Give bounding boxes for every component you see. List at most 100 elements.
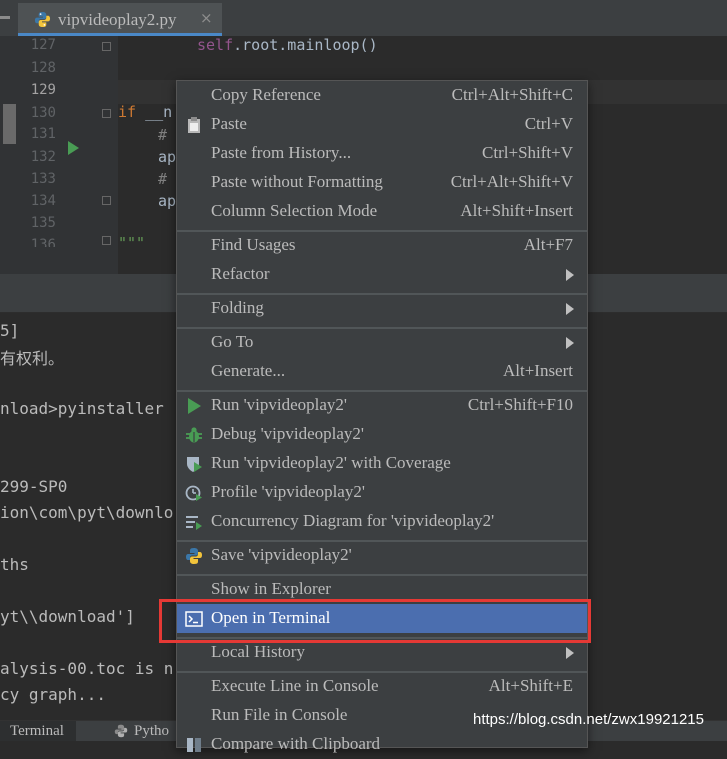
terminal-line: nload>pyinstaller xyxy=(0,399,164,418)
menu-item-paste[interactable]: Paste Ctrl+V xyxy=(177,110,587,139)
menu-item-shortcut: Alt+Shift+E xyxy=(488,676,573,695)
submenu-arrow-icon xyxy=(566,303,574,315)
menu-item-label: Profile 'vipvideoplay2' xyxy=(211,482,365,501)
menu-item-label: Run 'vipvideoplay2' with Coverage xyxy=(211,453,451,472)
terminal-line: 299-SP0 xyxy=(0,477,68,496)
code-line-136: """ xyxy=(118,234,146,244)
menu-item-shortcut: Ctrl+Alt+Shift+C xyxy=(451,85,573,104)
terminal-line: 有权利。 xyxy=(0,349,65,368)
menu-item-shortcut: Ctrl+Shift+V xyxy=(482,143,573,162)
menu-item-shortcut: Alt+F7 xyxy=(523,235,573,254)
menu-item-label: Run 'vipvideoplay2' xyxy=(211,395,347,414)
line-number: 136 xyxy=(30,237,56,247)
menu-item-shortcut: Ctrl+Alt+Shift+V xyxy=(450,172,573,191)
tab-close-icon[interactable]: × xyxy=(200,9,213,27)
editor-tab-vipvideoplay2[interactable]: vipvideoplay2.py × xyxy=(18,3,222,36)
code-line-130: if __n xyxy=(118,103,172,121)
line-number: 135 xyxy=(30,215,56,231)
coverage-icon xyxy=(187,457,202,472)
menu-item-paste-from-history[interactable]: Paste from History... Ctrl+Shift+V xyxy=(177,139,587,168)
submenu-arrow-icon xyxy=(566,337,574,349)
code-text: __n xyxy=(136,103,173,121)
menu-item-label: Go To xyxy=(211,332,254,351)
code-line-127: self.root.mainloop() xyxy=(197,36,378,54)
fold-marker-icon[interactable] xyxy=(102,42,111,51)
line-number: 128 xyxy=(30,60,56,76)
fold-marker-icon[interactable] xyxy=(102,236,111,245)
profile-icon xyxy=(185,485,202,501)
code-line-133: # xyxy=(158,170,168,188)
clipboard-icon xyxy=(188,117,200,133)
menu-item-debug[interactable]: Debug 'vipvideoplay2' xyxy=(177,420,587,449)
editor-gutter: 127 128 129 130 131 132 133 134 135 136 xyxy=(0,36,118,274)
terminal-line: cy graph... xyxy=(0,685,106,704)
code-text: .root.mainloop() xyxy=(233,36,378,54)
menu-item-refactor[interactable]: Refactor xyxy=(177,260,587,289)
menu-item-label: Copy Reference xyxy=(211,85,321,104)
menu-item-profile[interactable]: Profile 'vipvideoplay2' xyxy=(177,478,587,507)
terminal-line: ths xyxy=(0,555,29,574)
tool-tab-terminal[interactable]: Terminal xyxy=(0,721,76,741)
menu-item-copy-reference[interactable]: Copy Reference Ctrl+Alt+Shift+C xyxy=(177,81,587,110)
menu-item-label: Show in Explorer xyxy=(211,579,331,598)
menu-item-label: Paste without Formatting xyxy=(211,172,383,191)
line-number: 133 xyxy=(30,171,56,187)
menu-item-label: Paste xyxy=(211,114,247,133)
terminal-line: 5] xyxy=(0,321,20,340)
menu-item-label: Save 'vipvideoplay2' xyxy=(211,545,352,564)
menu-item-label: Execute Line in Console xyxy=(211,676,379,695)
menu-item-run-with-coverage[interactable]: Run 'vipvideoplay2' with Coverage xyxy=(177,449,587,478)
menu-item-find-usages[interactable]: Find Usages Alt+F7 xyxy=(177,231,587,260)
annotation-highlight-box xyxy=(159,599,591,643)
fold-marker-icon[interactable] xyxy=(102,196,111,205)
submenu-arrow-icon xyxy=(566,269,574,281)
submenu-arrow-icon xyxy=(566,647,574,659)
menu-item-folding[interactable]: Folding xyxy=(177,294,587,323)
menu-item-save[interactable]: Save 'vipvideoplay2' xyxy=(177,541,587,570)
menu-item-label: Folding xyxy=(211,298,264,317)
gutter-change-marker xyxy=(3,104,16,144)
menu-item-label: Compare with Clipboard xyxy=(211,734,381,753)
menu-item-paste-without-formatting[interactable]: Paste without Formatting Ctrl+Alt+Shift+… xyxy=(177,168,587,197)
menu-item-label: Local History xyxy=(211,642,305,661)
python-icon xyxy=(186,548,202,564)
code-line-131: # xyxy=(158,126,168,144)
python-file-icon xyxy=(34,11,51,28)
editor-context-menu: Copy Reference Ctrl+Alt+Shift+C Paste Ct… xyxy=(176,80,588,753)
menu-item-label: Find Usages xyxy=(211,235,296,254)
python-console-icon xyxy=(114,724,128,738)
compare-icon xyxy=(187,738,201,752)
run-gutter-icon[interactable] xyxy=(68,141,79,155)
menu-item-go-to[interactable]: Go To xyxy=(177,328,587,357)
concurrency-icon xyxy=(186,516,202,530)
line-number: 134 xyxy=(30,193,56,209)
tool-tab-python-console[interactable]: Pytho xyxy=(134,721,169,741)
terminal-line: alysis-00.toc is n xyxy=(0,659,174,678)
menu-item-concurrency-diagram[interactable]: Concurrency Diagram for 'vipvideoplay2' xyxy=(177,507,587,536)
menu-item-label: Debug 'vipvideoplay2' xyxy=(211,424,364,443)
menu-item-compare-with-clipboard[interactable]: Compare with Clipboard xyxy=(177,730,587,759)
menu-item-shortcut: Alt+Shift+Insert xyxy=(460,201,573,220)
menu-item-label: Generate... xyxy=(211,361,286,380)
line-number: 130 xyxy=(30,105,56,121)
code-line-132: ap xyxy=(158,148,177,166)
code-line-134: ap xyxy=(158,192,177,210)
line-number: 132 xyxy=(30,149,56,165)
tab-title: vipvideoplay2.py xyxy=(58,10,177,29)
line-number: 129 xyxy=(30,82,56,98)
menu-item-shortcut: Ctrl+Shift+F10 xyxy=(467,395,573,414)
menu-item-column-selection-mode[interactable]: Column Selection Mode Alt+Shift+Insert xyxy=(177,197,587,226)
debug-icon xyxy=(186,427,202,443)
fold-marker-icon[interactable] xyxy=(102,109,111,118)
editor-tab-bar: vipvideoplay2.py × xyxy=(0,0,727,37)
menu-item-generate[interactable]: Generate... Alt+Insert xyxy=(177,357,587,386)
terminal-line: ion\com\pyt\downlo xyxy=(0,503,174,522)
terminal-line: yt\\download'] xyxy=(0,607,135,626)
menu-item-label: Concurrency Diagram for 'vipvideoplay2' xyxy=(211,511,495,530)
menu-item-shortcut: Alt+Insert xyxy=(502,361,573,380)
line-number: 131 xyxy=(30,126,56,142)
menu-item-run[interactable]: Run 'vipvideoplay2' Ctrl+Shift+F10 xyxy=(177,391,587,420)
tab-bar-overflow-marker xyxy=(0,16,10,19)
menu-item-execute-line-in-console[interactable]: Execute Line in Console Alt+Shift+E xyxy=(177,672,587,701)
run-icon xyxy=(188,398,201,414)
